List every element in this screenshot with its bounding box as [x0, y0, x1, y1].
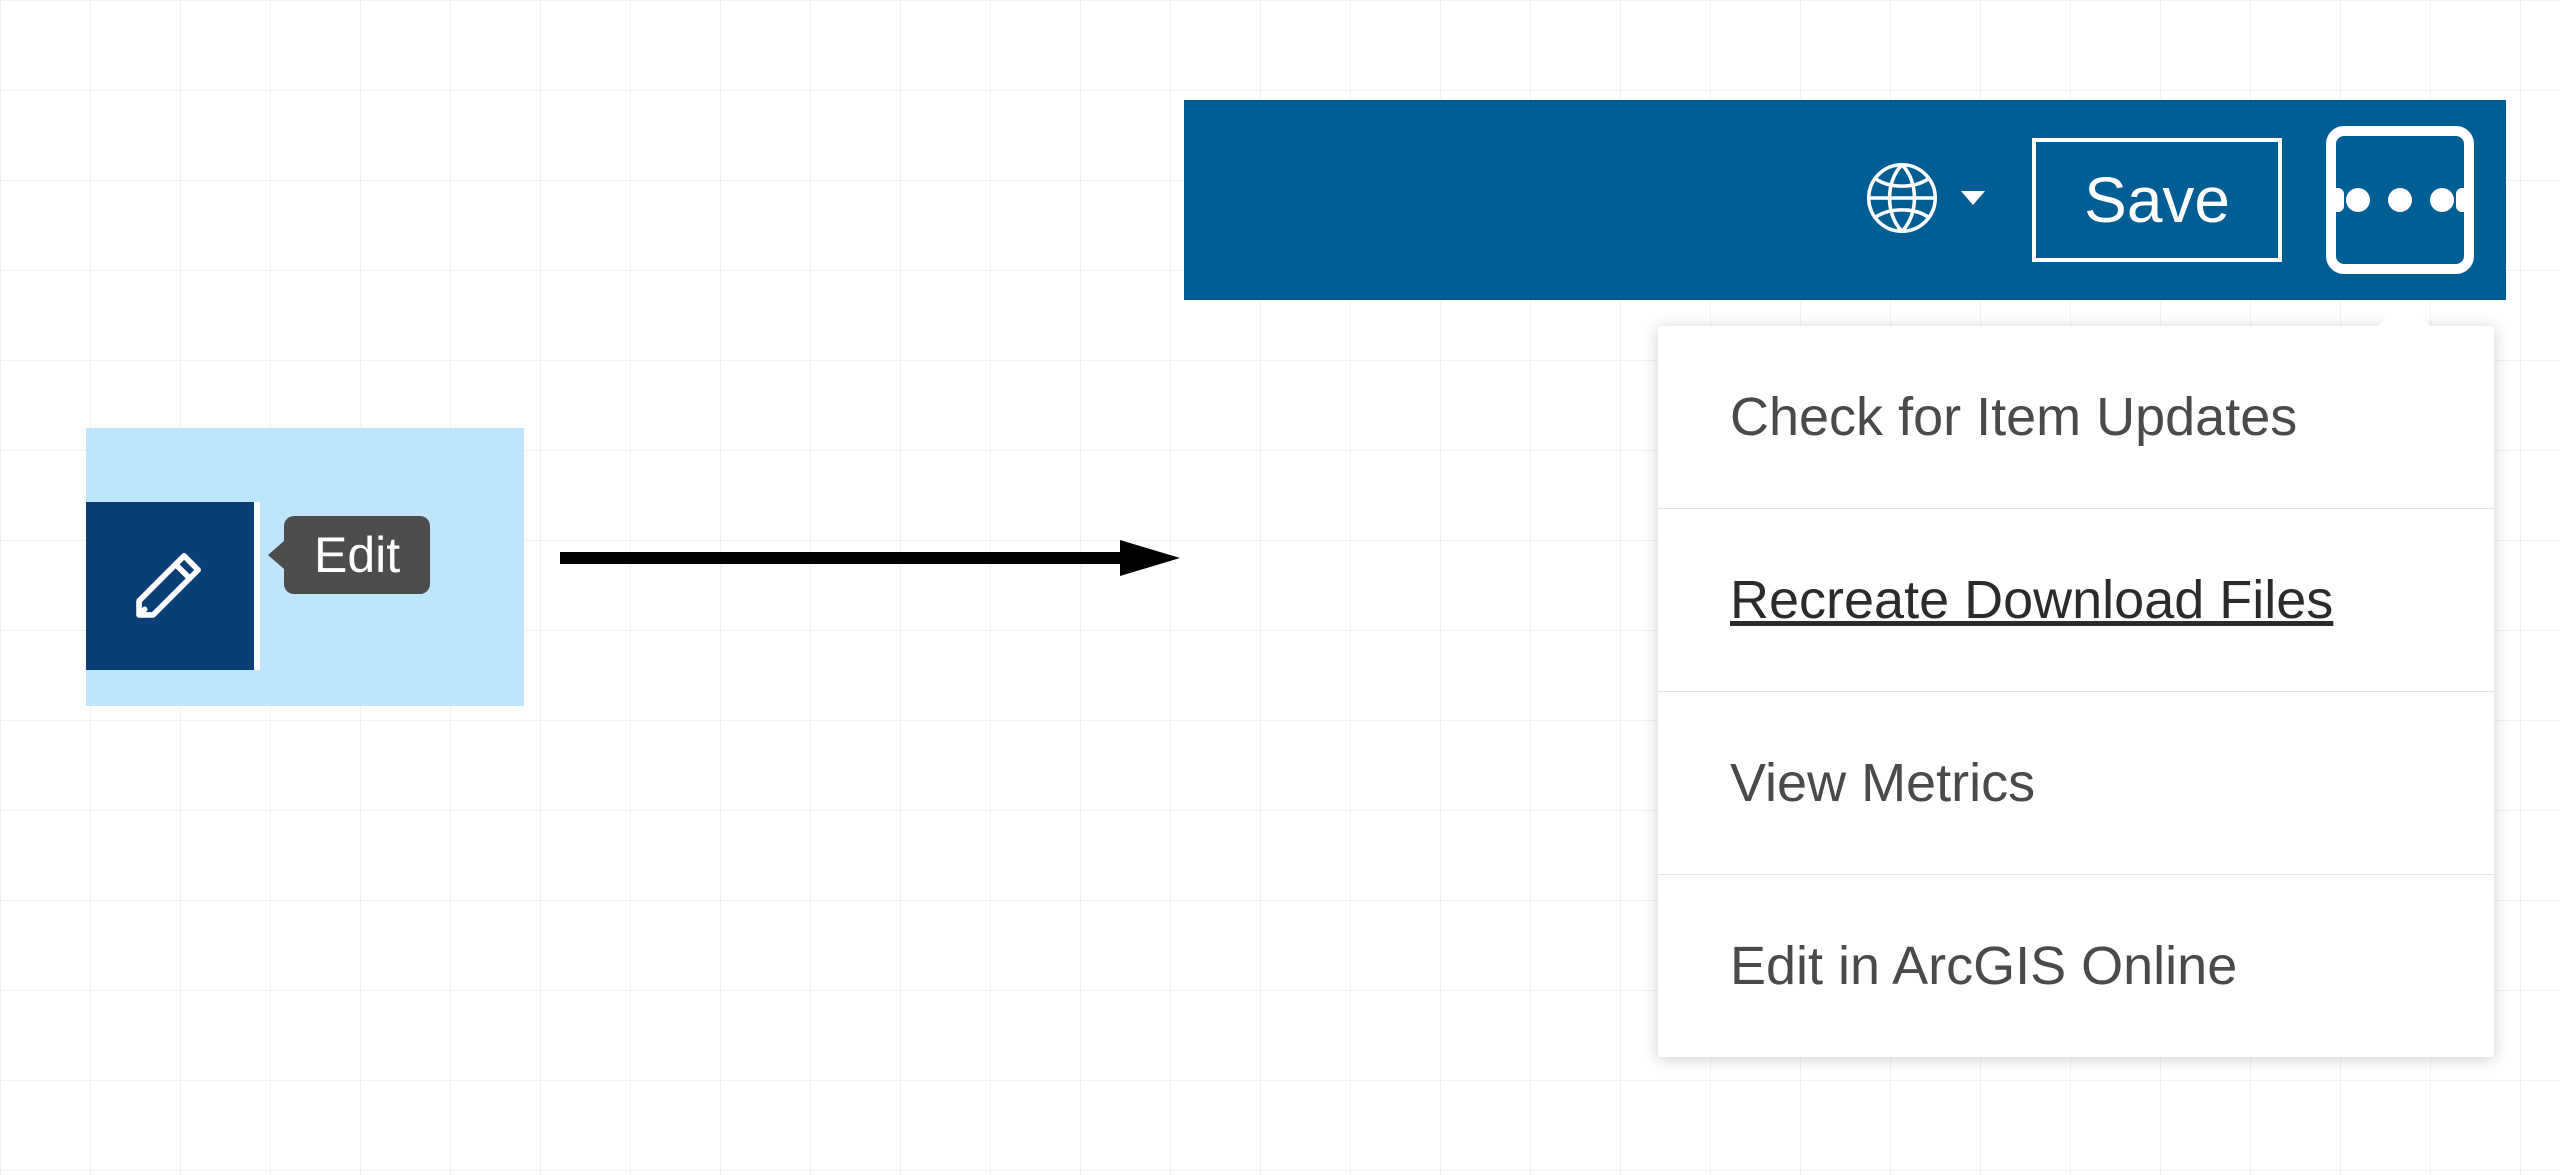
more-icon-cap-right — [2456, 188, 2474, 212]
menu-item-check-updates[interactable]: Check for Item Updates — [1658, 326, 2494, 509]
more-options-menu: Check for Item Updates Recreate Download… — [1658, 326, 2494, 1057]
ellipsis-icon — [2346, 188, 2454, 212]
globe-icon — [1864, 160, 1940, 241]
more-options-button[interactable] — [2326, 126, 2474, 274]
menu-item-label: Edit in ArcGIS Online — [1730, 936, 2237, 996]
sharing-dropdown[interactable] — [1864, 160, 1988, 241]
menu-item-label: Recreate Download Files — [1730, 570, 2333, 630]
more-icon-cap-left — [2326, 188, 2344, 212]
menu-item-label: Check for Item Updates — [1730, 387, 2297, 447]
menu-item-view-metrics[interactable]: View Metrics — [1658, 692, 2494, 875]
pencil-icon — [125, 539, 215, 634]
editor-topbar: Save — [1184, 100, 2506, 300]
menu-item-edit-in-arcgis-online[interactable]: Edit in ArcGIS Online — [1658, 875, 2494, 1057]
edit-tooltip: Edit — [284, 516, 430, 594]
flow-arrow — [560, 538, 1180, 578]
editor-panel: Save Check for Item Updates Recreate Dow… — [1184, 100, 2506, 300]
dot-icon — [2388, 188, 2412, 212]
save-button[interactable]: Save — [2032, 138, 2282, 262]
menu-item-label: View Metrics — [1730, 753, 2035, 813]
edit-button[interactable] — [86, 502, 254, 670]
tooltip-text: Edit — [314, 527, 400, 583]
dot-icon — [2346, 188, 2370, 212]
dot-icon — [2430, 188, 2454, 212]
caret-down-icon — [1958, 183, 1988, 218]
documentation-canvas: Edit — [0, 0, 2560, 1175]
save-button-label: Save — [2084, 164, 2230, 236]
dropdown-pointer — [2378, 300, 2430, 326]
menu-item-recreate-download-files[interactable]: Recreate Download Files — [1658, 509, 2494, 692]
